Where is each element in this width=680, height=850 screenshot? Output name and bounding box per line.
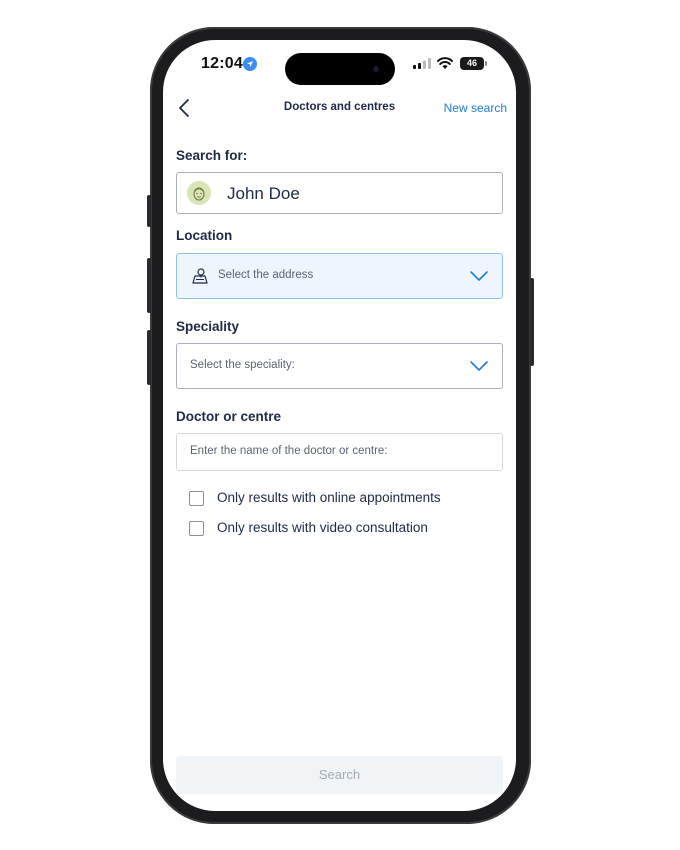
volume-up-button [147,258,151,313]
patient-name: John Doe [227,184,300,203]
speciality-label: Speciality [176,319,240,334]
location-icon [243,57,257,71]
search-button[interactable]: Search [176,756,503,794]
patient-selector[interactable]: John Doe [176,172,503,214]
video-consultation-checkbox[interactable] [189,521,204,536]
dynamic-island [285,53,395,85]
wifi-icon [437,57,453,69]
face-icon [193,187,205,201]
phone-screen: 12:04 46 Doctors and centres New search [163,40,516,811]
online-appointments-label: Only results with online appointments [217,490,441,505]
volume-down-button [147,330,151,385]
video-consultation-label: Only results with video consultation [217,520,428,535]
location-placeholder: Select the address [218,269,314,281]
chevron-down-icon [470,271,488,281]
status-time: 12:04 [201,55,243,72]
speciality-select[interactable]: Select the speciality: [176,343,503,389]
search-for-label: Search for: [176,148,248,163]
speciality-placeholder: Select the speciality: [190,359,295,371]
status-bar: 12:04 46 [163,40,516,90]
online-appointments-checkbox[interactable] [189,491,204,506]
camera-icon [373,66,379,72]
nav-bar: Doctors and centres New search [163,95,516,121]
power-button [530,278,534,366]
chevron-down-icon [470,361,488,371]
avatar [187,181,211,205]
battery-icon: 46 [460,57,484,70]
action-button [147,195,151,227]
doctor-label: Doctor or centre [176,409,282,424]
doctor-search-input[interactable]: Enter the name of the doctor or centre: [176,433,503,471]
battery-cap [485,61,487,66]
doctor-placeholder: Enter the name of the doctor or centre: [190,445,388,457]
map-pin-icon [192,268,208,284]
location-label: Location [176,228,233,243]
location-select[interactable]: Select the address [176,253,503,299]
signal-icon [413,58,431,69]
new-search-link[interactable]: New search [444,101,507,115]
